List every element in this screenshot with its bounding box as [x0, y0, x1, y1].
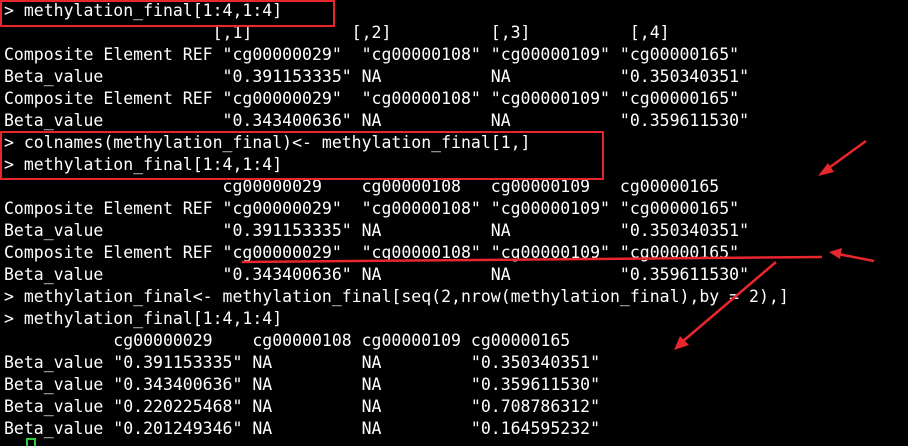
- output-row: Composite Element REF "cg00000029" "cg00…: [4, 243, 740, 262]
- highlight-box-commands-2-3: [0, 131, 604, 180]
- output-row: Beta_value "0.391153335" NA NA "0.350340…: [4, 353, 601, 372]
- highlight-box-command-1: [0, 0, 335, 27]
- output-row: Composite Element REF "cg00000029" "cg00…: [4, 45, 740, 64]
- output-row: Beta_value "0.391153335" NA NA "0.350340…: [4, 67, 750, 86]
- output-row: Beta_value "0.343400636" NA NA "0.359611…: [4, 265, 750, 284]
- output-row: Beta_value "0.391153335" NA NA "0.350340…: [4, 221, 750, 240]
- output-row: Composite Element REF "cg00000029" "cg00…: [4, 89, 740, 108]
- command-line-5: > methylation_final[1:4,1:4]: [4, 309, 283, 328]
- output-row: Composite Element REF "cg00000029" "cg00…: [4, 199, 740, 218]
- output-row: Beta_value "0.220225468" NA NA "0.708786…: [4, 397, 601, 416]
- output-row: Beta_value "0.343400636" NA NA "0.359611…: [4, 375, 601, 394]
- terminal-output[interactable]: > methylation_final[1:4,1:4] [,1] [,2] […: [4, 0, 908, 446]
- terminal-cursor: [26, 438, 36, 446]
- column-name-header: cg00000029 cg00000108 cg00000109 cg00000…: [4, 331, 571, 350]
- output-row: Beta_value "0.343400636" NA NA "0.359611…: [4, 111, 750, 130]
- command-line-4: > methylation_final<- methylation_final[…: [4, 287, 789, 306]
- output-row: Beta_value "0.201249346" NA NA "0.164595…: [4, 419, 601, 438]
